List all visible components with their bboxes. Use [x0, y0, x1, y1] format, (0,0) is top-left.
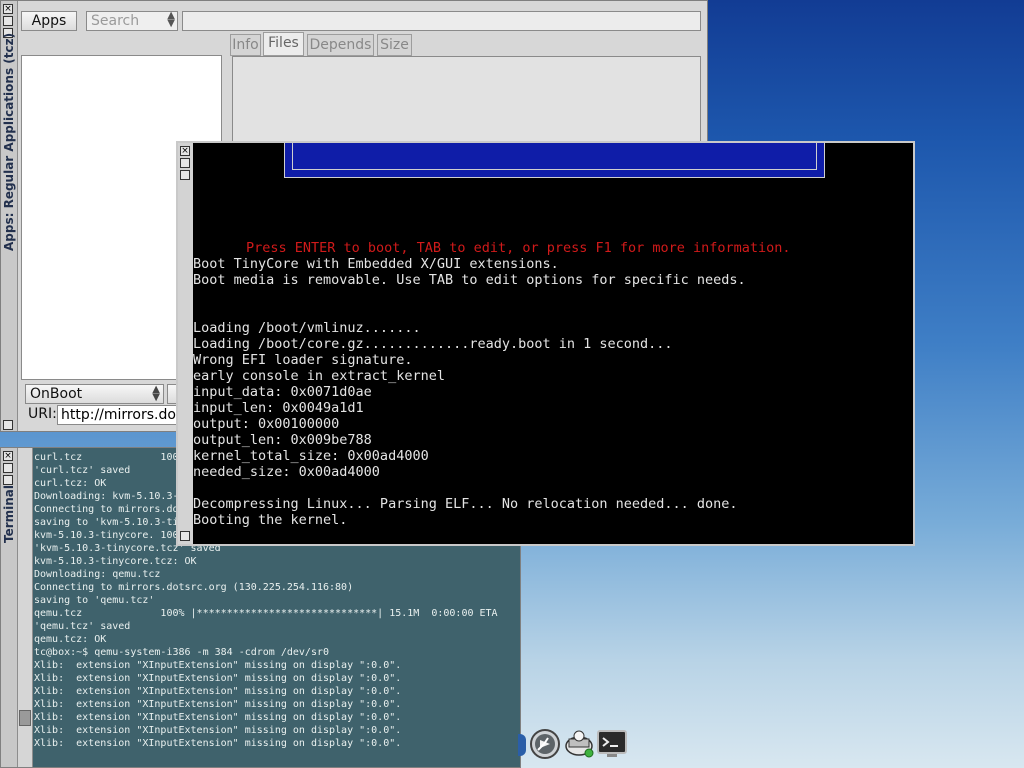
boot-log-line: output: 0x00100000 [193, 416, 340, 432]
terminal-line: saving to 'qemu.tcz' [34, 595, 155, 606]
window-menu-icon[interactable] [3, 420, 13, 430]
search-placeholder: Search [91, 13, 140, 29]
boot-log-line: kernel_total_size: 0x00ad4000 [193, 448, 429, 464]
run-icon[interactable] [529, 728, 561, 760]
terminal-line: Connecting to mirrors.dotsrc.org (130.22… [34, 582, 354, 593]
terminal-line: Xlib: extension "XInputExtension" missin… [34, 712, 402, 723]
minimize-icon[interactable] [3, 475, 13, 485]
boot-log-line: Boot TinyCore with Embedded X/GUI extens… [193, 256, 559, 272]
boot-log-line: input_len: 0x0049a1d1 [193, 400, 364, 416]
boot-log-line: needed_size: 0x00ad4000 [193, 464, 380, 480]
terminal-line: qemu.tcz 100% |*************************… [34, 608, 498, 619]
boot-log-line: Wrong EFI loader signature. [193, 352, 413, 368]
select-arrows-icon: ▲ ▼ [152, 384, 160, 403]
apps-titlebar[interactable]: × Apps: Regular Applications (tcz) [1, 1, 18, 431]
boot-screen[interactable]: Press ENTER to boot, TAB to edit, or pre… [193, 143, 913, 544]
boot-log-line: output_len: 0x009be788 [193, 432, 372, 448]
boot-log-line: Loading /boot/core.gz.............ready.… [193, 336, 673, 352]
boot-log-line: Boot media is removable. Use TAB to edit… [193, 272, 746, 288]
tab-size[interactable]: Size [377, 34, 412, 56]
status-field [182, 11, 701, 31]
boot-log-line: Loading /boot/vmlinuz....... [193, 320, 421, 336]
terminal-line: qemu.tcz: OK [34, 634, 107, 645]
maximize-icon[interactable] [3, 16, 13, 26]
close-icon[interactable]: × [3, 4, 13, 14]
onboot-value: OnBoot [30, 386, 83, 402]
boot-prompt: Press ENTER to boot, TAB to edit, or pre… [246, 240, 791, 256]
files-panel [232, 56, 701, 146]
terminal-title: Terminal [2, 484, 16, 543]
scrollbar[interactable] [18, 448, 33, 767]
wbar-icon[interactable] [518, 728, 526, 760]
terminal-line: Xlib: extension "XInputExtension" missin… [34, 673, 402, 684]
boot-log-line: input_data: 0x0071d0ae [193, 384, 372, 400]
tab-depends[interactable]: Depends [307, 34, 374, 56]
tab-files[interactable]: Files [263, 32, 304, 56]
terminal-titlebar[interactable]: × Terminal [1, 448, 18, 767]
uri-input[interactable]: http://mirrors.dotsr [57, 405, 181, 425]
terminal-line: tc@box:~$ qemu-system-i386 -m 384 -cdrom… [34, 647, 330, 658]
spinner-arrows-icon[interactable]: ▲ ▼ [167, 11, 175, 29]
search-input[interactable]: Search ▲ ▼ [86, 11, 178, 31]
boot-log-line: Booting the kernel. [193, 512, 348, 528]
apps-window-title: Apps: Regular Applications (tcz) [2, 32, 16, 251]
terminal-line: 'qemu.tcz' saved [34, 621, 131, 632]
terminal-line: Downloading: qemu.tcz [34, 569, 161, 580]
uri-label: URI: [28, 406, 57, 422]
qemu-window[interactable]: × Press ENTER to boot, TAB to edit, or p… [176, 141, 915, 546]
terminal-line: kvm-5.10.3-tinycore.tcz: OK [34, 556, 197, 567]
close-icon[interactable]: × [3, 451, 13, 461]
close-icon[interactable]: × [180, 146, 190, 156]
apps-icon[interactable] [563, 728, 595, 760]
maximize-icon[interactable] [3, 463, 13, 473]
terminal-icon[interactable] [597, 728, 627, 760]
window-menu-icon[interactable] [180, 531, 190, 541]
boot-log-line: early console in extract_kernel [193, 368, 445, 384]
boot-log-line: Decompressing Linux... Parsing ELF... No… [193, 496, 738, 512]
terminal-line: Xlib: extension "XInputExtension" missin… [34, 725, 402, 736]
maximize-icon[interactable] [180, 158, 190, 168]
onboot-select[interactable]: OnBoot ▲ ▼ [25, 384, 164, 404]
scrollbar-thumb[interactable] [19, 710, 31, 726]
tab-info[interactable]: Info [230, 34, 261, 56]
minimize-icon[interactable] [180, 170, 190, 180]
terminal-line: Xlib: extension "XInputExtension" missin… [34, 738, 402, 749]
qemu-titlebar[interactable]: × [178, 143, 194, 544]
terminal-line: Xlib: extension "XInputExtension" missin… [34, 699, 402, 710]
boot-menu-bar [284, 143, 825, 178]
terminal-line: Xlib: extension "XInputExtension" missin… [34, 660, 402, 671]
apps-button[interactable]: Apps [21, 11, 77, 31]
terminal-line: Xlib: extension "XInputExtension" missin… [34, 686, 402, 697]
